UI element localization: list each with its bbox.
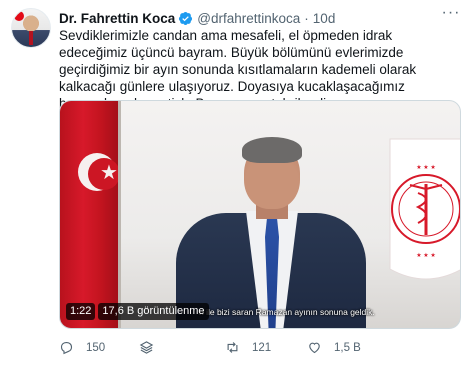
author-handle[interactable]: @drfahrettinkoca [197, 11, 300, 26]
like-icon [309, 342, 320, 354]
svg-text:★ ★ ★: ★ ★ ★ [416, 252, 435, 259]
tweet-header: Dr. Fahrettin Koca @drfahrettinkoca · 10… [59, 9, 335, 27]
ministry-seal-icon: ★ ★ ★ ★ ★ ★ [389, 138, 460, 280]
stack-icon [139, 341, 154, 354]
tweet-actions: 150 121 1,5 B [59, 340, 459, 360]
video-views: 17,6 B görüntülenme [98, 303, 209, 320]
video-overlay: 1:22 17,6 B görüntülenme [66, 303, 209, 320]
separator-dot: · [304, 10, 309, 26]
like-button[interactable]: 1,5 B [307, 340, 361, 355]
retweet-button[interactable]: 121 [225, 340, 271, 355]
video-player[interactable]: ★ ★ ★ ★ ★ ★ ★ ri ile bizi saran Ramazan … [59, 100, 461, 329]
video-duration: 1:22 [66, 303, 96, 320]
flag-pole [118, 101, 121, 328]
turkish-flag: ★ [60, 101, 120, 328]
author-name[interactable]: Dr. Fahrettin Koca [59, 11, 175, 26]
tweet-time[interactable]: 10d [313, 11, 336, 26]
like-count: 1,5 B [334, 341, 361, 354]
more-icon[interactable]: ··· [441, 5, 461, 23]
flag-badge-icon [14, 11, 24, 21]
author-avatar[interactable] [11, 8, 51, 48]
star-icon: ★ [100, 162, 118, 184]
verified-badge-icon [179, 11, 193, 25]
speaker-hair [242, 137, 302, 163]
svg-text:★ ★ ★: ★ ★ ★ [416, 164, 435, 171]
reply-icon [60, 341, 73, 355]
stack-button[interactable] [139, 340, 166, 355]
reply-count: 150 [86, 341, 106, 354]
video-subtitle: ri ile bizi saran Ramazan ayının sonuna … [199, 307, 375, 317]
retweet-icon [227, 342, 238, 353]
reply-button[interactable]: 150 [59, 340, 105, 355]
avatar-tie [29, 31, 33, 45]
retweet-count: 121 [252, 341, 272, 354]
tweet[interactable]: Dr. Fahrettin Koca @drfahrettinkoca · 10… [0, 0, 473, 370]
speaker-figure [176, 131, 366, 328]
